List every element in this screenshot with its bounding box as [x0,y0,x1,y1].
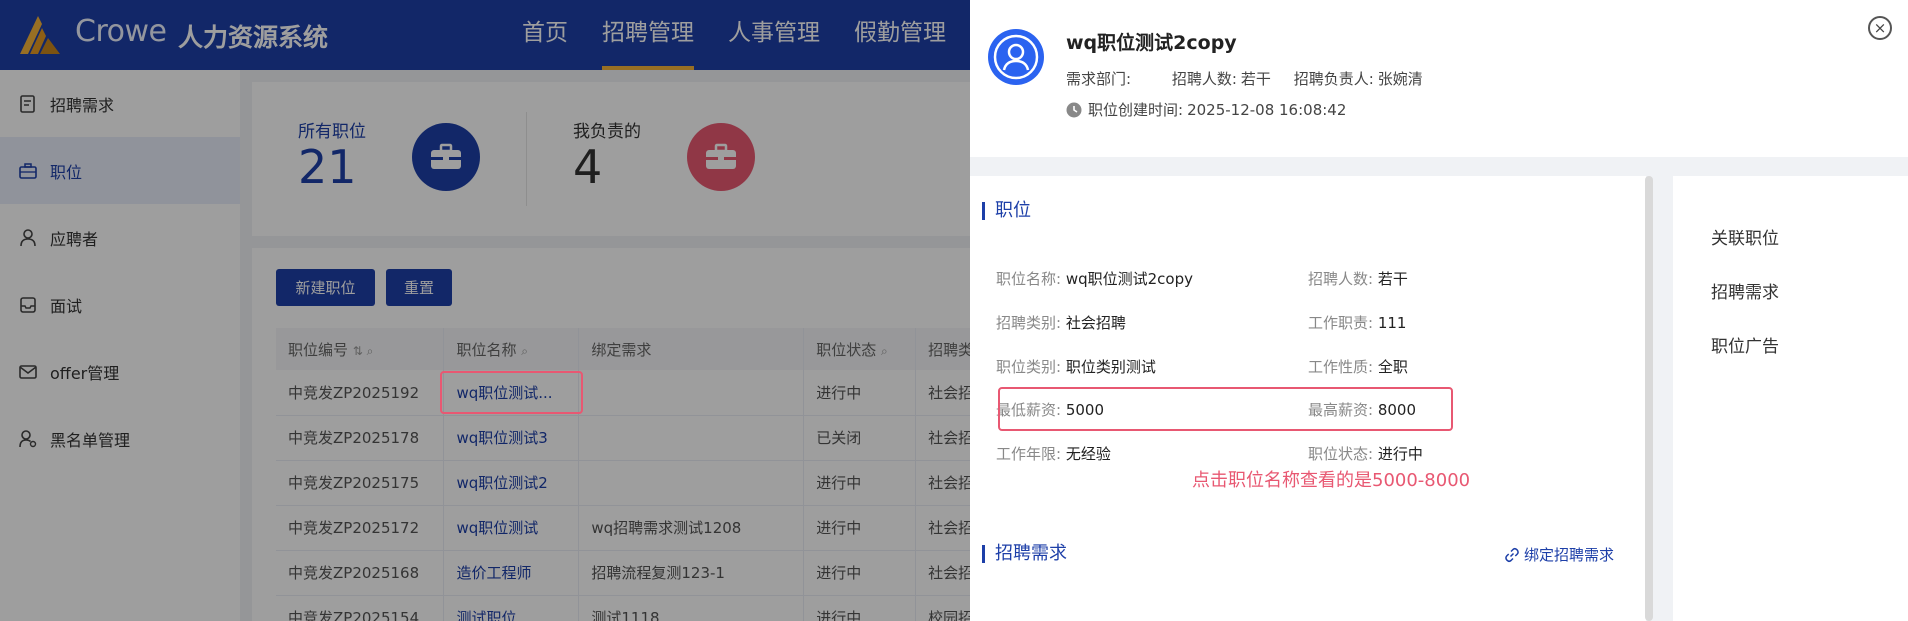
section-title-demand: 招聘需求 [982,545,1067,563]
annotation-text: 点击职位名称查看的是5000-8000 [1192,470,1471,491]
drawer-side-nav: 关联职位 招聘需求 职位广告 [1673,176,1908,621]
dept-label: 需求部门: [1066,70,1132,88]
owner-value: 张婉清 [1377,70,1423,88]
drawer-title: wq职位测试2copy [1066,32,1237,54]
field-hire-count: 招聘人数: 若干 [1308,270,1408,288]
bind-demand-link[interactable]: 绑定招聘需求 [1504,544,1614,565]
side-link-ads[interactable]: 职位广告 [1711,332,1779,357]
field-position-name: 职位名称: wq职位测试2copy [996,270,1193,288]
count-label: 招聘人数: [1171,70,1237,88]
drawer-meta: 需求部门: 招聘人数: 若干 招聘负责人: 张婉清 [1066,68,1441,89]
drawer-scrollbar[interactable] [1645,176,1653,621]
field-status: 职位状态: 进行中 [1308,445,1423,463]
side-link-related-positions[interactable]: 关联职位 [1711,224,1779,249]
owner-label: 招聘负责人: [1293,70,1374,88]
drawer-created-time: 职位创建时间: 2025-12-08 16:08:42 [1066,99,1346,120]
section-title-position: 职位 [982,202,1031,220]
avatar [988,29,1044,85]
field-years: 工作年限: 无经验 [996,445,1111,463]
field-nature: 工作性质: 全职 [1308,358,1408,376]
highlight-box [440,371,583,414]
field-duty: 工作职责: 111 [1308,314,1407,332]
side-link-demand[interactable]: 招聘需求 [1711,278,1779,303]
created-value: 2025-12-08 16:08:42 [1187,100,1347,119]
highlight-box [998,387,1453,431]
modal-overlay[interactable] [0,0,970,621]
field-recruit-type: 招聘类别: 社会招聘 [996,314,1126,332]
position-detail-drawer: wq职位测试2copy 需求部门: 招聘人数: 若干 招聘负责人: 张婉清 职位创建… [970,0,1908,621]
link-icon [1505,547,1519,562]
close-icon[interactable]: × [1868,16,1892,40]
drawer-header: wq职位测试2copy 需求部门: 招聘人数: 若干 招聘负责人: 张婉清 职位创建… [970,0,1908,157]
created-label: 职位创建时间: [1088,101,1184,119]
clock-icon [1066,102,1082,117]
field-category: 职位类别: 职位类别测试 [996,358,1156,376]
count-value: 若干 [1240,70,1271,88]
